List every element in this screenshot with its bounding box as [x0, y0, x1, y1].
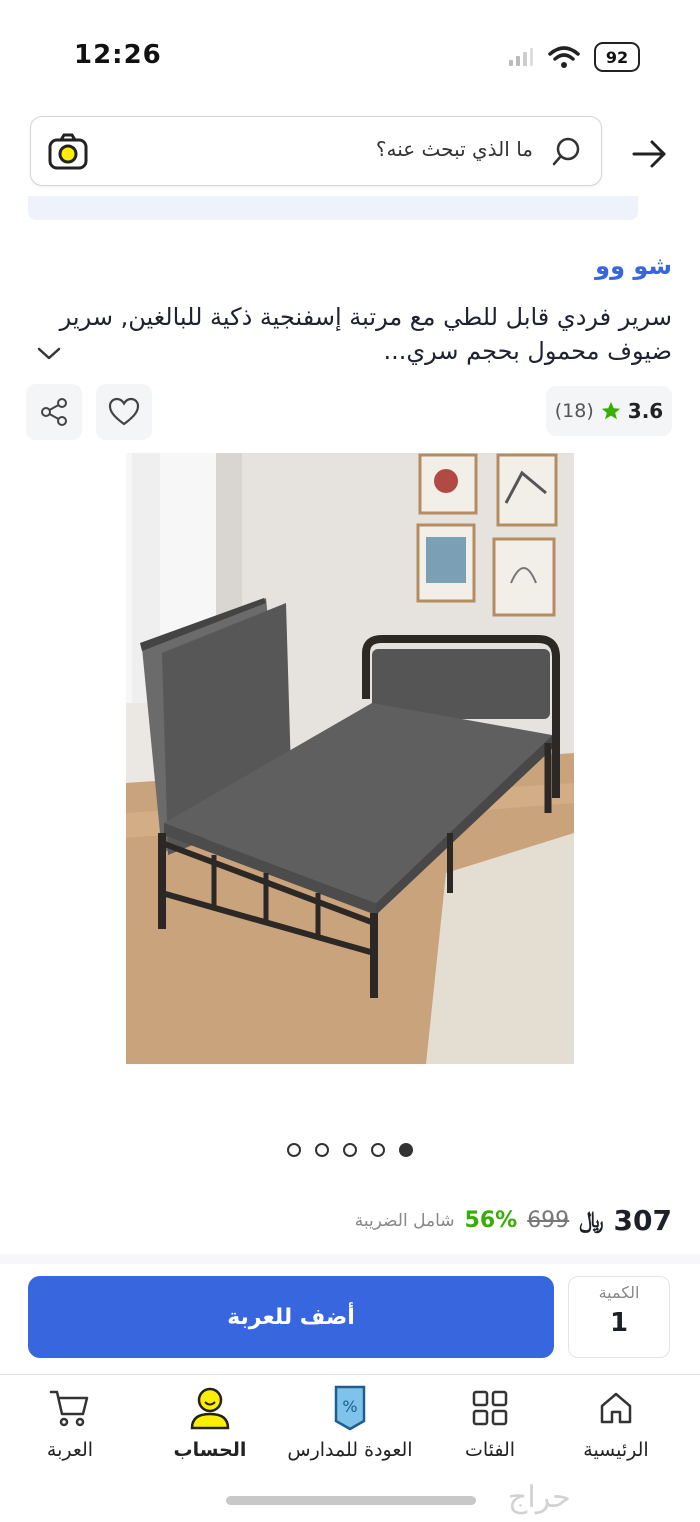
carousel-dot-active[interactable]	[399, 1143, 413, 1157]
nav-account[interactable]: الحساب	[140, 1383, 280, 1461]
nav-cart-label: العربة	[46, 1439, 94, 1461]
current-price: 307	[613, 1204, 672, 1237]
wifi-icon	[548, 46, 580, 68]
status-icons: 92	[508, 42, 640, 72]
nav-home-label: الرئيسية	[583, 1439, 649, 1461]
nav-categories-label: الفئات	[464, 1439, 516, 1461]
search-input[interactable]: ما الذي تبحث عنه؟	[376, 137, 533, 161]
rating-value: 3.6	[627, 399, 664, 423]
watermark-logo: حراج	[508, 1480, 571, 1515]
quantity-value: 1	[609, 1308, 629, 1338]
account-icon	[190, 1387, 230, 1430]
nav-back-to-school[interactable]: % العودة للمدارس	[280, 1383, 420, 1461]
nav-account-label: الحساب	[173, 1439, 247, 1461]
nav-home[interactable]: الرئيسية	[546, 1383, 686, 1461]
share-button[interactable]	[26, 384, 82, 440]
star-icon	[601, 401, 620, 420]
chevron-down-icon[interactable]	[36, 344, 62, 368]
nav-back-to-school-label: العودة للمدارس	[287, 1439, 413, 1461]
status-time: 12:26	[74, 40, 162, 70]
carousel-dot[interactable]	[343, 1143, 357, 1157]
product-image[interactable]	[126, 453, 574, 1064]
back-arrow-icon[interactable]	[630, 134, 670, 178]
old-price: 699	[527, 1208, 570, 1233]
section-divider	[0, 1254, 700, 1264]
carousel-dot[interactable]	[371, 1143, 385, 1157]
home-icon	[600, 1392, 632, 1424]
school-tag-icon: %	[334, 1385, 366, 1431]
add-to-cart-button[interactable]: أضف للعربة	[28, 1276, 554, 1358]
brand-link[interactable]: شو وو	[595, 252, 672, 280]
discount-badge: 56%	[464, 1208, 518, 1233]
grid-icon	[472, 1390, 508, 1426]
signal-icon	[509, 48, 533, 66]
rating-badge[interactable]: (18) 3.6	[546, 386, 672, 436]
svg-text:%: %	[342, 1397, 357, 1416]
wishlist-button[interactable]	[96, 384, 152, 440]
image-carousel-indicator	[0, 1143, 700, 1157]
quantity-selector[interactable]: الكمية 1	[568, 1276, 670, 1358]
camera-search-icon[interactable]	[47, 131, 89, 177]
tax-note: شامل الضريبة	[354, 1210, 455, 1231]
battery-indicator: 92	[594, 42, 640, 72]
search-icon	[551, 135, 583, 171]
cart-icon	[49, 1390, 89, 1427]
quantity-label: الكمية	[598, 1283, 640, 1302]
review-count: (18)	[554, 400, 594, 422]
currency-symbol: ﷼	[579, 1208, 604, 1233]
price-row: 307 ﷼ 699 56% شامل الضريبة	[355, 1204, 672, 1237]
heart-icon	[108, 397, 140, 426]
share-icon	[41, 398, 67, 426]
carousel-dot[interactable]	[315, 1143, 329, 1157]
carousel-dot[interactable]	[287, 1143, 301, 1157]
product-title: سرير فردي قابل للطي مع مرتبة إسفنجية ذكي…	[59, 303, 672, 365]
nav-cart[interactable]: العربة	[0, 1383, 140, 1461]
scrolled-banner	[28, 196, 638, 220]
nav-categories[interactable]: الفئات	[420, 1383, 560, 1461]
home-indicator[interactable]	[226, 1496, 476, 1505]
search-bar[interactable]: ما الذي تبحث عنه؟	[30, 116, 602, 186]
